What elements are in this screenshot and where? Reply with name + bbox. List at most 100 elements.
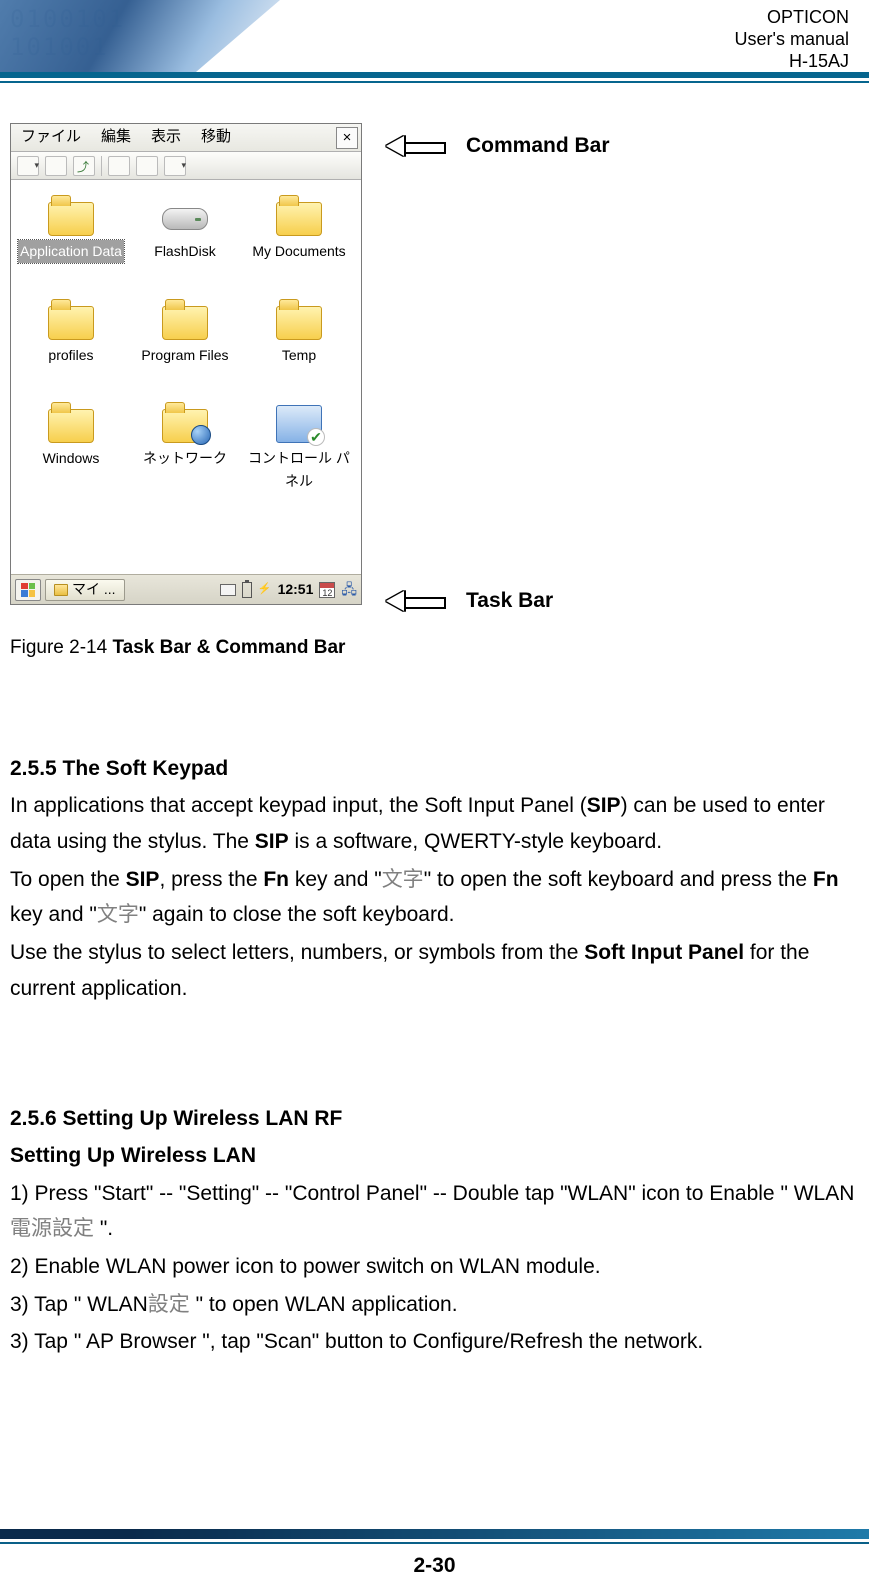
section-256-step2: 2) Enable WLAN power icon to power switc… — [10, 1249, 859, 1285]
network-icon[interactable]: 🖧 — [341, 578, 357, 601]
clock[interactable]: 12:51 — [278, 578, 314, 601]
section-255-para2: To open the SIP, press the Fn key and "文… — [10, 862, 859, 933]
copy-button[interactable] — [136, 156, 158, 176]
term-soft-input-panel: Soft Input Panel — [584, 941, 744, 964]
cut-button[interactable] — [108, 156, 130, 176]
cjk-text: 電源設定 — [10, 1217, 94, 1240]
term-sip: SIP — [126, 868, 160, 891]
icon-label-line1: コントロール パ — [248, 450, 350, 466]
header-line2: User's manual — [735, 28, 849, 50]
page-content: ファイル 編集 表示 移動 × Application Data — [0, 83, 869, 1360]
battery-icon[interactable] — [242, 582, 252, 598]
folder-icon — [276, 306, 322, 340]
icon-label: Application Data — [18, 240, 124, 263]
figure-caption: Figure 2-14 Task Bar & Command Bar — [10, 632, 859, 663]
icon-control-panel[interactable]: コントロール パ ネル — [245, 401, 353, 510]
section-255-heading: 2.5.5 The Soft Keypad — [10, 752, 859, 787]
icon-label: profiles — [48, 344, 93, 367]
drive-icon — [162, 208, 208, 230]
callout-column: Command Bar Task Bar — [386, 123, 610, 618]
icon-windows[interactable]: Windows — [17, 401, 125, 510]
icon-my-documents[interactable]: My Documents — [245, 194, 353, 280]
text: is a software, QWERTY-style keyboard. — [289, 830, 662, 853]
header-text-block: OPTICON User's manual H-15AJ — [735, 6, 849, 72]
task-label: マイ ... — [72, 578, 116, 601]
view-mode-button[interactable] — [164, 156, 186, 176]
folder-icon — [276, 202, 322, 236]
icon-label: Windows — [43, 447, 100, 470]
text: 3) Tap " WLAN — [10, 1293, 148, 1316]
icon-label: Temp — [282, 344, 316, 367]
menu-go[interactable]: 移動 — [191, 125, 241, 150]
icon-grid: Application Data FlashDisk My Documents … — [11, 180, 361, 520]
text: ". — [94, 1217, 113, 1240]
cjk-text: 文字 — [382, 868, 424, 891]
cjk-text: 文字 — [97, 903, 139, 926]
section-256-subheading: Setting Up Wireless LAN — [10, 1139, 859, 1174]
section-255-para3: Use the stylus to select letters, number… — [10, 935, 859, 1006]
icon-label: Program Files — [141, 344, 228, 367]
term-fn: Fn — [263, 868, 289, 891]
header-rule-thick — [0, 72, 869, 78]
forward-button[interactable] — [45, 156, 67, 176]
footer-rules — [0, 1529, 869, 1544]
toolbar — [11, 152, 361, 180]
text: To open the — [10, 868, 126, 891]
icon-flashdisk[interactable]: FlashDisk — [131, 194, 239, 280]
section-255-para1: In applications that accept keypad input… — [10, 788, 859, 859]
callout-label: Command Bar — [466, 129, 610, 164]
header-line1: OPTICON — [735, 6, 849, 28]
folder-icon — [48, 202, 94, 236]
page-header-deco: 0100101101001 OPTICON User's manual H-15… — [0, 0, 869, 72]
section-256-step3: 3) Tap " WLAN設定 " to open WLAN applicati… — [10, 1287, 859, 1323]
sip-icon[interactable] — [220, 584, 236, 596]
system-tray: ⚡ 12:51 12 🖧 — [220, 578, 357, 601]
text: " again to close the soft keyboard. — [139, 903, 455, 926]
folder-icon — [48, 409, 94, 443]
figure-caption-prefix: Figure 2-14 — [10, 637, 112, 658]
icon-program-files[interactable]: Program Files — [131, 298, 239, 384]
icon-label: FlashDisk — [154, 240, 215, 263]
folder-icon — [48, 306, 94, 340]
page-number: 2-30 — [0, 1554, 869, 1578]
control-panel-icon — [276, 405, 322, 443]
calendar-icon[interactable]: 12 — [319, 582, 335, 598]
menu-file[interactable]: ファイル — [11, 125, 91, 150]
text: 1) Press "Start" -- "Setting" -- "Contro… — [10, 1182, 854, 1205]
footer-rule-thin — [0, 1542, 869, 1544]
arrow-left-icon — [386, 590, 446, 612]
back-button[interactable] — [17, 156, 39, 176]
close-button[interactable]: × — [336, 127, 358, 149]
menu-view[interactable]: 表示 — [141, 125, 191, 150]
task-bar: マイ ... ⚡ 12:51 12 🖧 — [11, 574, 361, 604]
up-button[interactable] — [73, 156, 95, 176]
callout-label: Task Bar — [466, 584, 553, 619]
section-256-step1: 1) Press "Start" -- "Setting" -- "Contro… — [10, 1176, 859, 1247]
term-sip: SIP — [587, 794, 621, 817]
icon-application-data[interactable]: Application Data — [17, 194, 125, 280]
header-digits: 0100101101001 — [10, 5, 125, 61]
menu-edit[interactable]: 編集 — [91, 125, 141, 150]
arrow-left-icon — [386, 135, 446, 157]
windows-flag-icon — [21, 583, 35, 597]
icon-temp[interactable]: Temp — [245, 298, 353, 384]
callout-task-bar: Task Bar — [386, 584, 610, 619]
icon-label-line2: ネル — [285, 473, 313, 489]
task-button-explorer[interactable]: マイ ... — [45, 579, 125, 601]
text: key and " — [10, 903, 97, 926]
folder-icon — [54, 584, 68, 596]
callout-command-bar: Command Bar — [386, 129, 610, 164]
toolbar-separator — [101, 156, 102, 176]
section-256-step4: 3) Tap " AP Browser ", tap "Scan" button… — [10, 1324, 859, 1360]
term-sip: SIP — [255, 830, 289, 853]
figure-row: ファイル 編集 表示 移動 × Application Data — [10, 123, 859, 618]
icon-label: My Documents — [252, 240, 345, 263]
text: Use the stylus to select letters, number… — [10, 941, 584, 964]
icon-profiles[interactable]: profiles — [17, 298, 125, 384]
section-256-heading: 2.5.6 Setting Up Wireless LAN RF — [10, 1102, 859, 1137]
command-bar: ファイル 編集 表示 移動 × — [11, 124, 361, 152]
text: " to open the soft keyboard and press th… — [424, 868, 813, 891]
start-button[interactable] — [15, 579, 41, 601]
icon-network[interactable]: ネットワーク — [131, 401, 239, 510]
power-icon[interactable]: ⚡ — [258, 580, 272, 598]
